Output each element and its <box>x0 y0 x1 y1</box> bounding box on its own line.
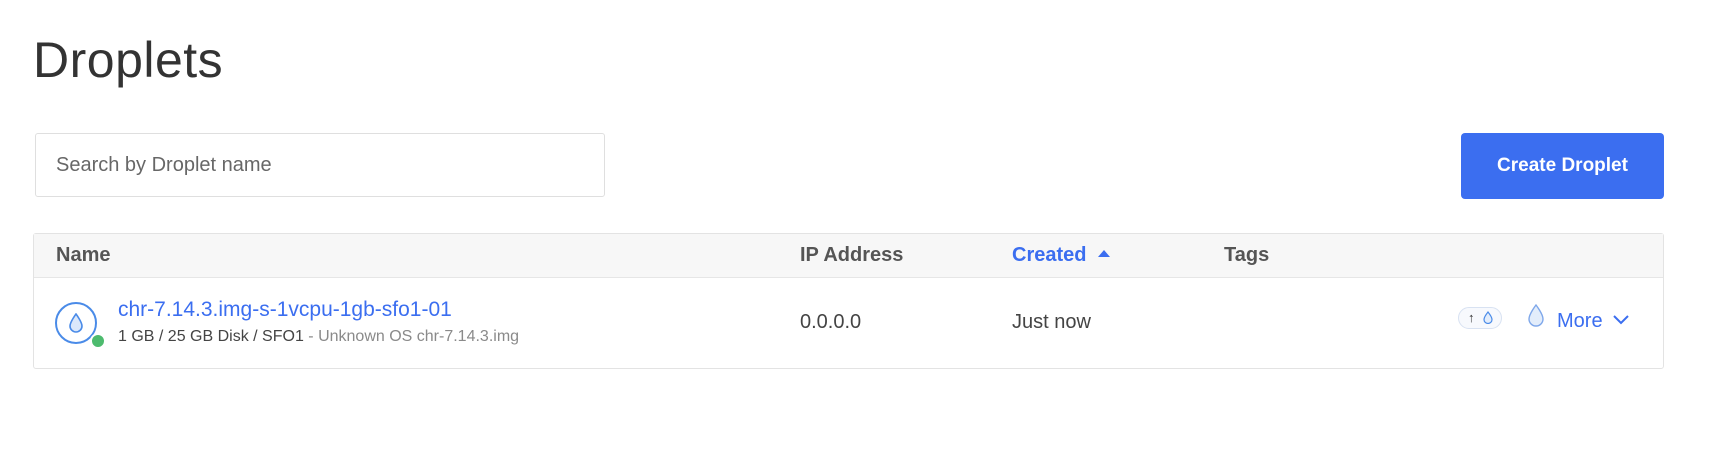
page-title: Droplets <box>33 32 224 88</box>
droplets-page: Droplets Create Droplet Name IP Address … <box>0 0 1712 454</box>
droplet-icon <box>69 313 83 333</box>
droplet-os: - Unknown OS chr-7.14.3.img <box>308 328 520 345</box>
column-header-name: Name <box>56 244 111 266</box>
column-header-tags: Tags <box>1224 244 1270 266</box>
droplet-name-link[interactable]: chr-7.14.3.img-s-1vcpu-1gb-sfo1-01 <box>118 298 452 322</box>
droplet-ip: 0.0.0.0 <box>800 311 862 333</box>
droplets-table: Name IP Address Created Tags chr-7.14.3.… <box>33 233 1664 369</box>
table-row: chr-7.14.3.img-s-1vcpu-1gb-sfo1-01 1 GB … <box>34 278 1663 368</box>
more-menu-button[interactable]: More <box>1557 310 1629 333</box>
droplet-created: Just now <box>1012 311 1091 333</box>
table-header: Name IP Address Created Tags <box>34 234 1663 278</box>
more-label: More <box>1557 310 1603 332</box>
droplet-specs: 1 GB / 25 GB Disk / SFO1 <box>118 328 304 345</box>
column-header-created[interactable]: Created <box>1012 234 1111 277</box>
droplet-small-icon <box>1483 311 1493 324</box>
column-header-ip: IP Address <box>800 244 904 266</box>
resize-button[interactable]: ↑ <box>1458 307 1502 329</box>
search-input[interactable] <box>35 133 605 197</box>
sort-ascending-icon <box>1098 250 1111 257</box>
column-header-created-label: Created <box>1012 244 1087 266</box>
status-indicator <box>90 333 106 349</box>
chevron-down-icon <box>1612 315 1629 325</box>
droplet-meta: 1 GB / 25 GB Disk / SFO1 - Unknown OS ch… <box>118 328 519 346</box>
create-droplet-button[interactable]: Create Droplet <box>1461 133 1664 199</box>
droplet-console-icon[interactable] <box>1527 303 1545 333</box>
resize-up-icon: ↑ <box>1468 310 1475 325</box>
